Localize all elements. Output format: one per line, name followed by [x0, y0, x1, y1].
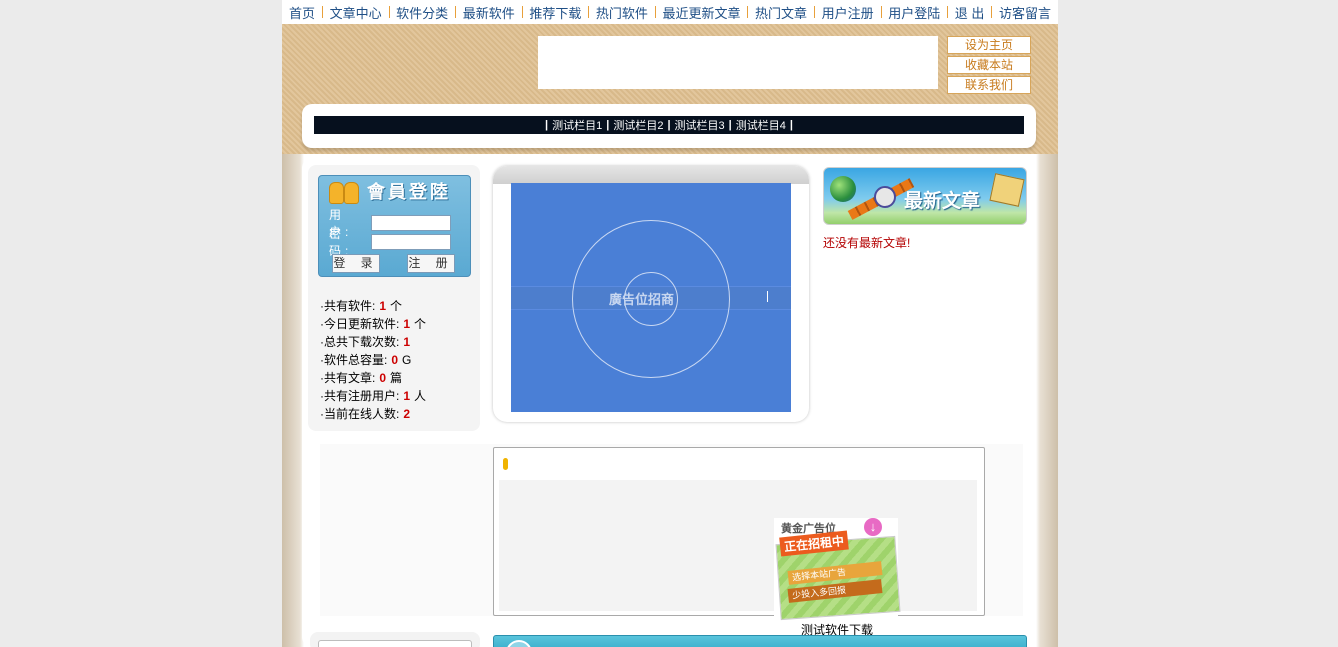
no-articles-notice: 还没有最新文章!: [823, 236, 911, 250]
nav-login[interactable]: 用户登陆: [881, 3, 947, 22]
column-divider: |: [728, 119, 732, 131]
stat-total-size: ·软件总容量: 0 G: [320, 353, 412, 367]
software-box-header: [499, 452, 969, 476]
center-ad-cap: [493, 166, 809, 184]
latest-articles-banner: 最新文章: [823, 167, 1027, 225]
contact-link[interactable]: 联系我们: [947, 76, 1031, 94]
left-bottom-panel: [310, 632, 480, 647]
set-homepage-link[interactable]: 设为主页: [947, 36, 1031, 54]
nav-guestbook[interactable]: 访客留言: [992, 3, 1058, 22]
nav-articles[interactable]: 文章中心: [323, 3, 389, 22]
magnifier-icon: [506, 640, 532, 647]
bullet-icon: [503, 458, 508, 470]
column-menu: | 测试栏目1 | 测试栏目2 | 测试栏目3 | 测试栏目4 |: [314, 116, 1024, 134]
login-title-text: 會員登陸: [367, 182, 451, 202]
password-input[interactable]: [371, 234, 451, 250]
center-ad-frame: 廣告位招商: [493, 166, 809, 422]
header-banner: 设为主页 收藏本站 联系我们 | 测试栏目1 | 测试栏目2 | 测试栏目3 |…: [282, 24, 1058, 154]
nav-hot-software[interactable]: 热门软件: [589, 3, 655, 22]
stat-today-updated: ·今日更新软件: 1 个: [320, 317, 427, 331]
latest-articles-title: 最新文章: [904, 191, 981, 212]
satellite-dish-icon: [874, 186, 896, 208]
top-nav: 首页 文章中心 软件分类 最新软件 推荐下载 热门软件 最近更新文章 热门文章 …: [282, 0, 1058, 24]
column-divider: |: [606, 119, 610, 131]
login-title: 會員登陸: [327, 178, 451, 204]
member-login-box: 會員登陸 用 户: 密 码: 登 录 注 册: [318, 175, 471, 277]
site-stats: ·共有软件: 1 个 ·今日更新软件: 1 个 ·总共下载次数: 1 ·软件总容量: 0 G …: [320, 297, 426, 423]
stat-total-software: ·共有软件: 1 个: [320, 299, 403, 313]
globe-icon: [830, 176, 856, 202]
register-button[interactable]: 注 册: [407, 254, 455, 273]
section-header-bar: [493, 635, 1027, 647]
login-button[interactable]: 登 录: [332, 254, 380, 273]
left-bottom-box: [318, 640, 472, 647]
nav-new-software[interactable]: 最新软件: [456, 3, 522, 22]
stat-online-users: ·当前在线人数: 2: [320, 407, 411, 421]
software-list-area: 黄金广告位 ↓ 正在招租中 选择本站广告 少投入多回报 测试软件下载: [499, 480, 977, 637]
center-ad-text: 廣告位招商: [609, 292, 675, 307]
column-item-4[interactable]: 测试栏目4: [736, 117, 786, 133]
nav-register[interactable]: 用户注册: [815, 3, 881, 22]
cards-icon: [989, 173, 1025, 207]
column-item-3[interactable]: 测试栏目3: [675, 117, 725, 133]
column-item-1[interactable]: 测试栏目1: [552, 117, 602, 133]
nav-home[interactable]: 首页: [282, 3, 322, 22]
header-ad-slot: [538, 36, 938, 89]
stat-registered-users: ·共有注册用户: 1 人: [320, 389, 427, 403]
bookmark-link[interactable]: 收藏本站: [947, 56, 1031, 74]
center-ad[interactable]: 廣告位招商: [511, 183, 791, 412]
column-divider: |: [667, 119, 671, 131]
quick-links: 设为主页 收藏本站 联系我们: [947, 36, 1031, 96]
members-icon: [327, 180, 361, 204]
gold-ad-thumbnail[interactable]: 黄金广告位 ↓ 正在招租中 选择本站广告 少投入多回报: [774, 518, 901, 621]
ad-cursor: [767, 291, 768, 302]
stat-total-downloads: ·总共下载次数: 1: [320, 335, 411, 349]
column-bar: | 测试栏目1 | 测试栏目2 | 测试栏目3 | 测试栏目4 |: [302, 104, 1036, 148]
nav-hot-articles[interactable]: 热门文章: [748, 3, 814, 22]
software-box: 黄金广告位 ↓ 正在招租中 选择本站广告 少投入多回报 测试软件下载: [493, 447, 985, 637]
column-item-2[interactable]: 测试栏目2: [613, 117, 663, 133]
nav-software-categories[interactable]: 软件分类: [389, 3, 455, 22]
nav-recent-articles[interactable]: 最近更新文章: [655, 3, 747, 22]
column-divider: |: [545, 119, 549, 131]
nav-recommended[interactable]: 推荐下载: [522, 3, 588, 22]
page: 首页 文章中心 软件分类 最新软件 推荐下载 热门软件 最近更新文章 热门文章 …: [282, 0, 1058, 647]
left-sidebar: 會員登陸 用 户: 密 码: 登 录 注 册 ·共有软件: 1 个 ·今日更新软件:…: [308, 165, 480, 431]
column-divider: |: [789, 119, 793, 131]
download-arrow-icon: ↓: [864, 518, 882, 536]
stat-total-articles: ·共有文章: 0 篇: [320, 371, 403, 385]
nav-logout[interactable]: 退 出: [948, 3, 992, 22]
